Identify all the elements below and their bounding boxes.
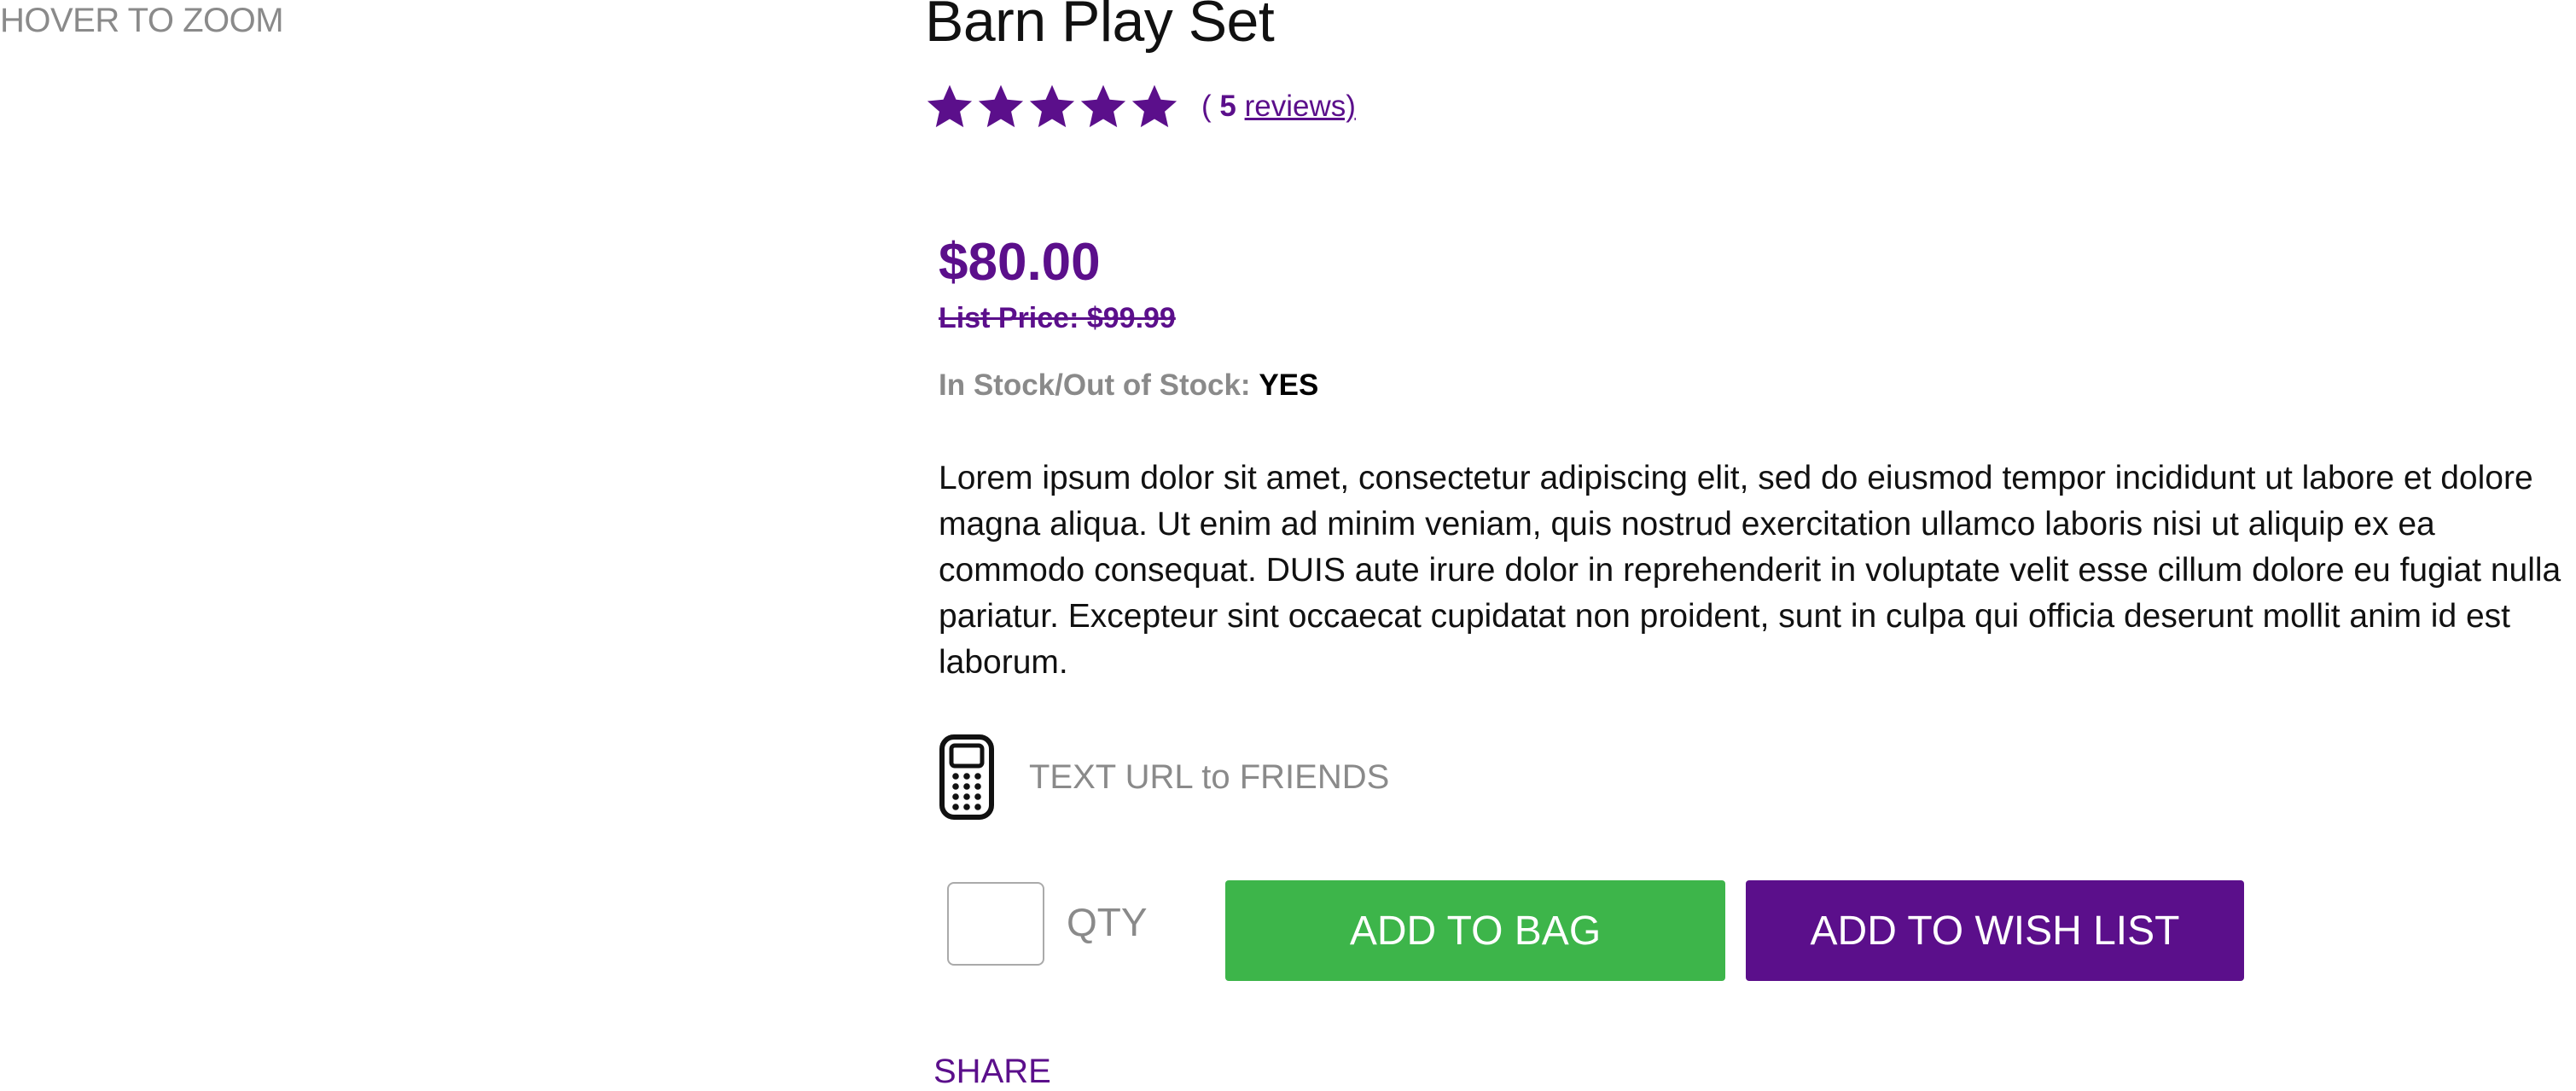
text-url-to-friends-link[interactable]: TEXT URL to FRIENDS xyxy=(939,734,1389,821)
quantity-label: QTY xyxy=(1067,900,1148,944)
share-link[interactable]: SHARE xyxy=(933,1053,1051,1091)
hover-to-zoom-label: HOVER TO ZOOM xyxy=(0,2,284,39)
stock-status: In Stock/Out of Stock: YES xyxy=(939,369,1318,403)
product-rating: ( 5 reviews) xyxy=(925,82,1356,131)
list-price: List Price: $99.99 xyxy=(939,302,1176,334)
stock-label: In Stock/Out of Stock: xyxy=(939,369,1251,402)
star-icon xyxy=(1130,82,1179,131)
review-count: 5 xyxy=(1219,90,1236,123)
reviews-summary: ( 5 reviews) xyxy=(1201,90,1356,124)
star-icon xyxy=(1079,82,1128,131)
mobile-phone-icon xyxy=(939,734,995,821)
star-icon xyxy=(1027,82,1077,131)
text-url-label: TEXT URL to FRIENDS xyxy=(1029,757,1390,796)
reviews-link[interactable]: reviews) xyxy=(1245,90,1356,123)
sale-price: $80.00 xyxy=(939,233,1101,292)
add-to-bag-button[interactable]: ADD TO BAG xyxy=(1225,880,1725,981)
star-icon xyxy=(976,82,1026,131)
quantity-input[interactable] xyxy=(947,882,1044,966)
star-icon xyxy=(925,82,974,131)
product-description: Lorem ipsum dolor sit amet, consectetur … xyxy=(939,460,2561,681)
reviews-open-paren: ( xyxy=(1201,90,1220,123)
rating-stars xyxy=(925,82,1179,131)
add-to-wish-list-button[interactable]: ADD TO WISH LIST xyxy=(1746,880,2244,981)
product-title: Barn Play Set xyxy=(925,0,1275,54)
stock-value: YES xyxy=(1259,369,1319,402)
